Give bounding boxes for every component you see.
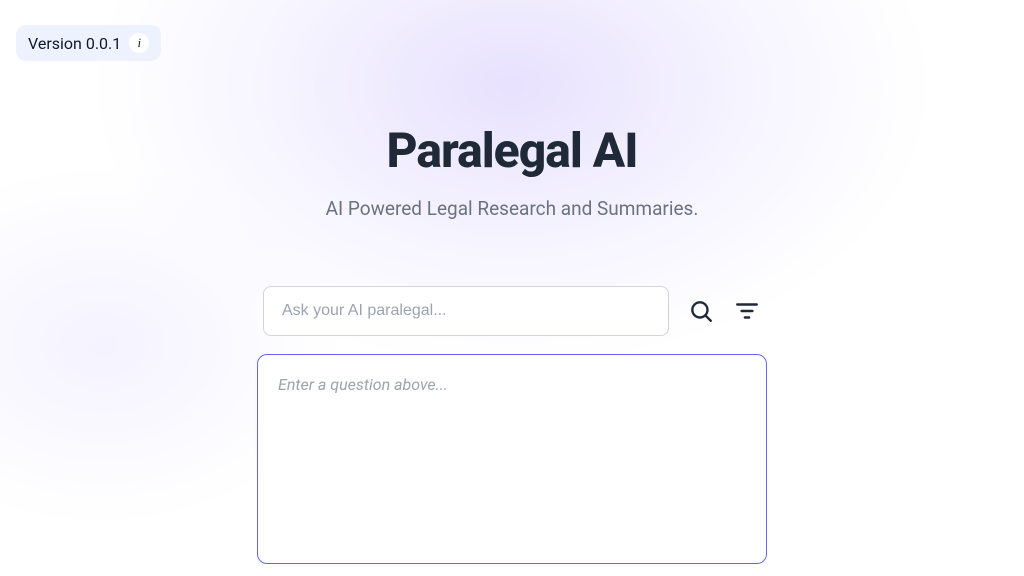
main-content: Paralegal AI AI Powered Legal Research a… [0, 0, 1024, 564]
filter-button[interactable] [733, 297, 761, 325]
info-icon: i [129, 33, 149, 53]
page-title: Paralegal AI [387, 122, 638, 179]
search-input[interactable] [263, 286, 669, 336]
search-row [263, 286, 761, 336]
version-label: Version 0.0.1 [28, 34, 121, 53]
version-pill[interactable]: Version 0.0.1 i [16, 25, 161, 61]
page-subtitle: AI Powered Legal Research and Summaries. [326, 197, 699, 220]
search-icon [688, 298, 714, 324]
filter-icon [734, 298, 760, 324]
search-button[interactable] [687, 297, 715, 325]
results-box: Enter a question above... [257, 354, 767, 564]
results-placeholder: Enter a question above... [278, 375, 448, 394]
